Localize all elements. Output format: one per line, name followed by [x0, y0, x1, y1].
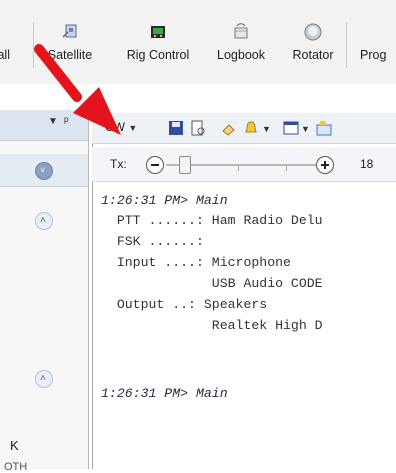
- tx-slider-tick: [238, 165, 239, 171]
- chevron-down-icon[interactable]: ▼: [301, 124, 310, 134]
- satellite-button[interactable]: Satellite: [40, 20, 100, 72]
- waterfall-button[interactable]: fall: [0, 20, 10, 72]
- ribbon-divider: [33, 22, 34, 68]
- waterfall-label: fall: [0, 48, 10, 62]
- expand-icon[interactable]: ˄: [35, 370, 53, 388]
- rotator-button[interactable]: Rotator: [283, 20, 343, 72]
- log-line: PTT ......: Ham Radio Delu: [101, 213, 323, 228]
- log-line: Realtek High D: [101, 318, 323, 333]
- settings-icon[interactable]: [315, 119, 333, 137]
- mode-dropdown[interactable]: CW ▼: [105, 120, 137, 134]
- left-section-footer: ˄: [0, 362, 88, 398]
- satellite-icon: [62, 24, 77, 38]
- logbook-icon: [234, 23, 248, 39]
- tx-toolbar: Tx: 18: [92, 147, 396, 182]
- tx-slider-thumb[interactable]: [179, 156, 191, 174]
- rotator-label: Rotator: [292, 48, 334, 62]
- tx-slider-tick: [286, 165, 287, 171]
- rig-control-button[interactable]: Rig Control: [110, 20, 206, 72]
- log-line: FSK ......:: [101, 234, 204, 249]
- save-icon[interactable]: [167, 119, 185, 137]
- collapse-icon[interactable]: ˅: [35, 162, 53, 180]
- pin-icon[interactable]: ᵖ: [64, 114, 69, 128]
- main-toolbar: CW ▼ ▼ ▼: [92, 113, 396, 144]
- left-section-body: ˄: [0, 202, 88, 238]
- log-line: USB Audio CODE: [101, 276, 323, 291]
- window-icon[interactable]: [282, 119, 300, 137]
- log-line: Input ....: Microphone: [101, 255, 291, 270]
- chevron-down-icon[interactable]: ▼: [48, 116, 58, 127]
- program-label: Prog: [360, 48, 387, 62]
- waterfall-icon: [0, 22, 9, 42]
- left-pane-letter: K: [10, 438, 19, 453]
- log-line: Output ..: Speakers: [101, 297, 268, 312]
- rotator-icon: [304, 23, 322, 41]
- left-pane-cut-text: OTH: [4, 461, 28, 473]
- log-line: 1:26:31 PM> Main: [101, 193, 228, 208]
- expand-icon[interactable]: ˄: [35, 212, 53, 230]
- mode-label: CW: [105, 120, 125, 134]
- left-section-header[interactable]: ˅: [0, 154, 88, 187]
- tx-increase-button[interactable]: [316, 156, 334, 174]
- logbook-label: Logbook: [217, 48, 265, 62]
- bell-icon[interactable]: [242, 119, 260, 137]
- ribbon-toolbar: fall Satellite Rig Control Logbook: [0, 0, 396, 85]
- tx-decrease-button[interactable]: [146, 156, 164, 174]
- program-icon: [360, 22, 380, 42]
- tx-label: Tx:: [110, 157, 127, 171]
- chevron-down-icon[interactable]: ▼: [262, 124, 271, 134]
- chevron-down-icon: ▼: [128, 123, 138, 133]
- left-pane-header: ▼ ᵖ: [0, 110, 88, 141]
- program-button[interactable]: Prog: [360, 20, 396, 72]
- tx-value: 18: [360, 157, 374, 171]
- log-line: 1:26:31 PM> Main: [101, 386, 228, 401]
- ribbon-spacer: [0, 84, 396, 110]
- left-pane: ▼ ᵖ ˅ ˄ ˄ K OTH: [0, 110, 89, 473]
- ribbon-divider: [346, 22, 347, 68]
- logbook-button[interactable]: Logbook: [206, 20, 276, 72]
- preview-icon[interactable]: [189, 119, 207, 137]
- rig-control-label: Rig Control: [126, 48, 190, 62]
- satellite-label: Satellite: [47, 48, 93, 62]
- eraser-icon[interactable]: [220, 119, 238, 137]
- rig-control-icon: [151, 26, 165, 38]
